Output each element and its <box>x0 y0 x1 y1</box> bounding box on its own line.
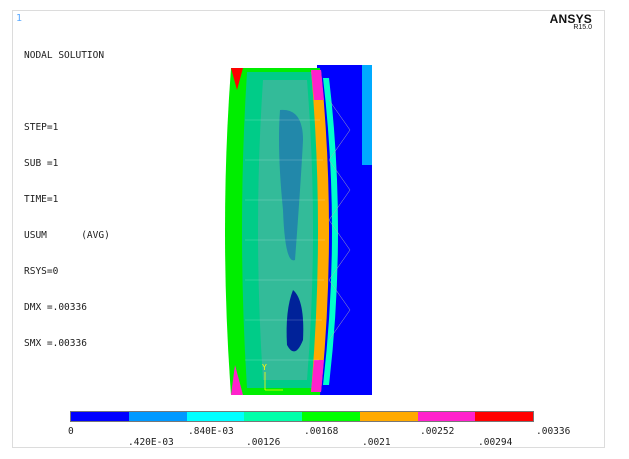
triad-label: Y <box>262 363 267 372</box>
info-blank <box>24 86 110 98</box>
legend-label-4: .00168 <box>304 426 339 437</box>
info-dmx: DMX =.00336 <box>24 302 87 313</box>
solution-info: NODAL SOLUTION STEP=1 SUB =1 TIME=1 USUM… <box>24 26 110 362</box>
info-time: TIME=1 <box>24 194 59 205</box>
info-step: STEP=1 <box>24 122 59 133</box>
info-usum: USUM (AVG) <box>24 230 110 241</box>
legend-label-6: .00252 <box>420 426 455 437</box>
legend-label-0: 0 <box>68 426 74 437</box>
legend-label-7: .00294 <box>478 437 513 448</box>
contour-plot[interactable]: Y <box>225 60 385 400</box>
legend-segment-3 <box>244 412 302 421</box>
legend-label-5: .0021 <box>362 437 391 448</box>
window-number: 1 <box>16 13 23 24</box>
contour-legend <box>70 411 534 422</box>
info-smx: SMX =.00336 <box>24 338 87 349</box>
legend-label-2: .840E-03 <box>188 426 234 437</box>
legend-segment-4 <box>302 412 360 421</box>
legend-label-1: .420E-03 <box>128 437 174 448</box>
info-title: NODAL SOLUTION <box>24 50 105 61</box>
info-rsys: RSYS=0 <box>24 266 59 277</box>
support-edge-strip <box>362 65 372 165</box>
legend-segment-6 <box>417 412 476 421</box>
legend-label-8: .00336 <box>536 426 571 437</box>
legend-segment-7 <box>475 412 533 421</box>
info-sub: SUB =1 <box>24 158 59 169</box>
legend-segment-1 <box>128 412 187 421</box>
legend-segment-5 <box>359 412 418 421</box>
legend-label-3: .00126 <box>246 437 281 448</box>
ansys-logo: ANSYS R15.0 <box>550 12 592 31</box>
legend-segment-2 <box>186 412 245 421</box>
legend-segment-0 <box>71 412 129 421</box>
